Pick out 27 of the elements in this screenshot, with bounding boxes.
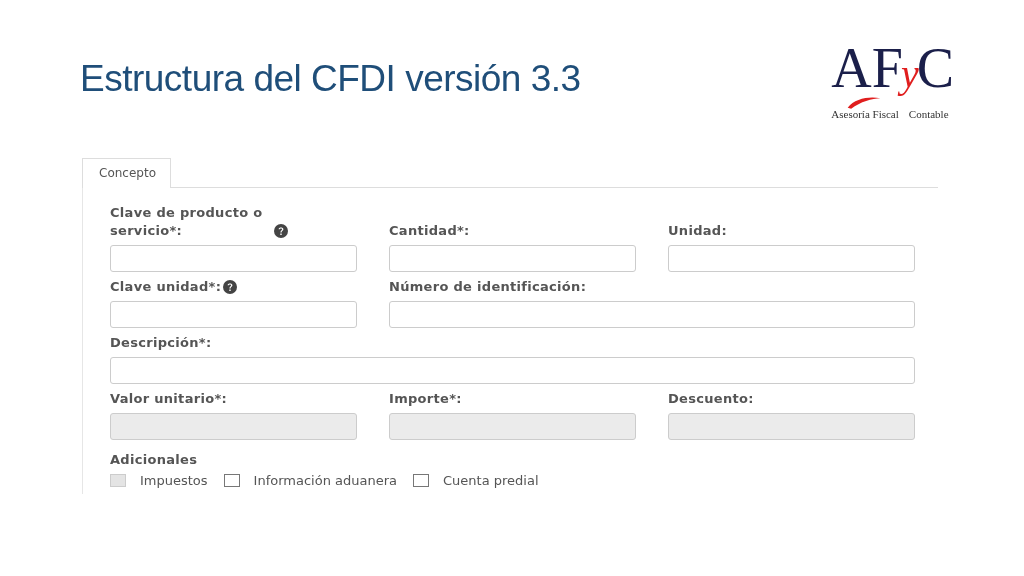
input-field[interactable] <box>389 245 636 272</box>
help-icon[interactable] <box>223 280 238 294</box>
checkbox[interactable] <box>223 474 240 487</box>
field-label: Descuento: <box>668 390 754 408</box>
tab[interactable]: Concepto <box>82 158 171 188</box>
checkbox-label: Información aduanera <box>253 473 397 488</box>
input-field[interactable] <box>668 245 915 272</box>
input-field[interactable] <box>389 301 915 328</box>
input-field[interactable] <box>110 245 357 272</box>
help-icon[interactable] <box>274 224 288 238</box>
logo-tagline: Contable <box>908 108 949 120</box>
slide-title: Estructura del CFDI versión 3.3 <box>80 58 581 100</box>
field-label: Número de identificación: <box>389 278 587 296</box>
field-label: Cantidad*: <box>389 222 470 240</box>
field-label: Unidad: <box>668 222 727 240</box>
field-label: Clave unidad*: <box>110 278 222 296</box>
checkbox[interactable] <box>413 474 429 487</box>
section-title: Adicionales <box>110 452 199 467</box>
logo-tagline: Asesoría Fiscal <box>831 108 899 120</box>
checkbox-label: Impuestos <box>140 473 208 488</box>
field-label: Clave de producto o servicio*: <box>110 204 264 240</box>
input-field[interactable] <box>110 357 915 384</box>
field-label: Valor unitario*: <box>110 390 227 408</box>
checkbox-label: Cuenta predial <box>443 473 539 488</box>
input-field[interactable] <box>110 301 357 328</box>
field-label: Importe*: <box>389 390 462 408</box>
field-label: Descripción*: <box>110 334 212 352</box>
